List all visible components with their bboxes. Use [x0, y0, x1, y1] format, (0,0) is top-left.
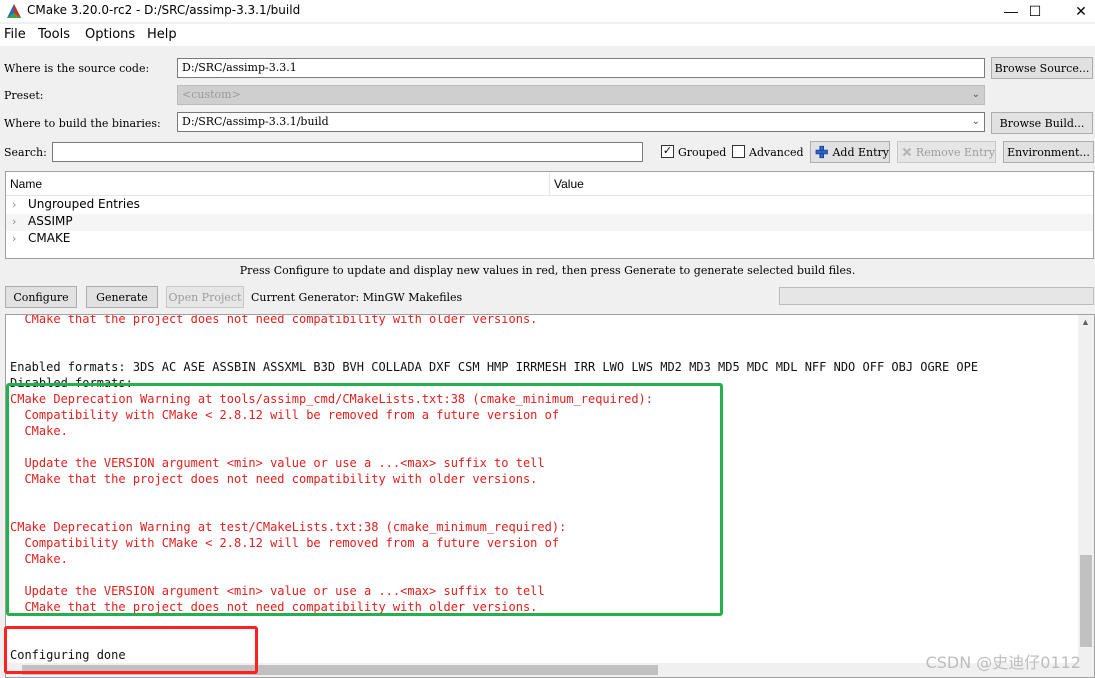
warning-highlight-box	[6, 383, 723, 616]
menu-options[interactable]: Options	[85, 27, 135, 42]
remove-entry-label: Remove Entry	[915, 145, 995, 159]
cmake-triangle-icon	[7, 4, 21, 18]
source-input[interactable]: D:/SRC/assimp-3.3.1	[177, 58, 985, 78]
window-title: CMake 3.20.0-rc2 - D:/SRC/assimp-3.3.1/b…	[27, 3, 301, 17]
vertical-scrollbar[interactable]: ▲	[1078, 315, 1094, 664]
menu-bar: File Tools Options Help	[0, 24, 1095, 46]
column-divider[interactable]	[549, 172, 550, 196]
current-generator: Current Generator: MinGW Makefiles	[251, 291, 463, 304]
generate-button[interactable]: Generate	[86, 286, 158, 308]
chevron-down-icon[interactable]: ⌄	[972, 116, 980, 127]
build-dir-combobox[interactable]: D:/SRC/assimp-3.3.1/build ⌄	[177, 112, 985, 132]
maximize-icon: ☐	[1028, 2, 1042, 19]
environment-button[interactable]: Environment...	[1003, 141, 1094, 163]
tree-header: Name Value	[6, 172, 1093, 196]
tree-row-ungrouped[interactable]: › Ungrouped Entries	[6, 197, 1093, 214]
configure-button[interactable]: Configure	[5, 286, 77, 308]
vertical-scroll-thumb[interactable]	[1080, 555, 1092, 647]
preset-select: <custom> ⌄	[177, 85, 985, 105]
build-label: Where to build the binaries:	[4, 117, 161, 130]
progress-bar	[779, 287, 1094, 305]
remove-entry-button[interactable]: Remove Entry	[897, 141, 996, 163]
output-line: CMake that the project does not need com…	[10, 314, 538, 326]
menu-help[interactable]: Help	[147, 27, 177, 42]
cache-tree[interactable]: Name Value › Ungrouped Entries › ASSIMP …	[5, 171, 1094, 259]
chevron-right-icon[interactable]: ›	[12, 215, 16, 228]
output-line: Enabled formats: 3DS AC ASE ASSBIN ASSXM…	[10, 360, 979, 374]
done-highlight-box	[4, 626, 258, 674]
add-entry-button[interactable]: Add Entry	[810, 141, 890, 163]
add-entry-label: Add Entry	[832, 145, 889, 159]
build-dir-value: D:/SRC/assimp-3.3.1/build	[182, 115, 329, 128]
search-input[interactable]	[52, 142, 643, 162]
preset-value: <custom>	[182, 88, 241, 101]
plus-icon	[815, 145, 828, 159]
title-bar: CMake 3.20.0-rc2 - D:/SRC/assimp-3.3.1/b…	[0, 0, 1095, 22]
remove-icon	[902, 147, 912, 157]
hint-text: Press Configure to update and display ne…	[239, 264, 856, 277]
column-name[interactable]: Name	[10, 177, 42, 191]
chevron-right-icon[interactable]: ›	[12, 198, 16, 211]
open-project-button: Open Project	[166, 286, 244, 308]
chevron-right-icon[interactable]: ›	[12, 232, 16, 245]
browse-source-button[interactable]: Browse Source...	[991, 57, 1093, 79]
tree-row-assimp[interactable]: › ASSIMP	[6, 214, 1093, 231]
tree-row-label: CMAKE	[28, 231, 71, 245]
advanced-checkbox[interactable]	[732, 145, 745, 158]
preset-label: Preset:	[4, 89, 44, 102]
maximize-button[interactable]: ☐	[1012, 0, 1058, 22]
close-icon: ✕	[1075, 2, 1087, 19]
grouped-label: Grouped	[678, 146, 727, 159]
scroll-up-icon[interactable]: ▲	[1081, 317, 1090, 327]
tree-row-label: ASSIMP	[28, 214, 73, 228]
tree-row-label: Ungrouped Entries	[28, 197, 140, 211]
grouped-checkbox[interactable]: ✓	[661, 145, 674, 158]
menu-file[interactable]: File	[4, 27, 26, 42]
advanced-label: Advanced	[749, 146, 804, 159]
browse-build-button[interactable]: Browse Build...	[991, 112, 1093, 134]
watermark: CSDN @史迪仔0112	[925, 653, 1081, 672]
search-label: Search:	[4, 146, 47, 159]
tree-row-cmake[interactable]: › CMAKE	[6, 231, 1093, 248]
column-value[interactable]: Value	[554, 177, 584, 191]
source-label: Where is the source code:	[4, 62, 150, 75]
chevron-down-icon: ⌄	[971, 89, 980, 100]
close-button[interactable]: ✕	[1058, 0, 1095, 22]
menu-tools[interactable]: Tools	[38, 27, 70, 42]
